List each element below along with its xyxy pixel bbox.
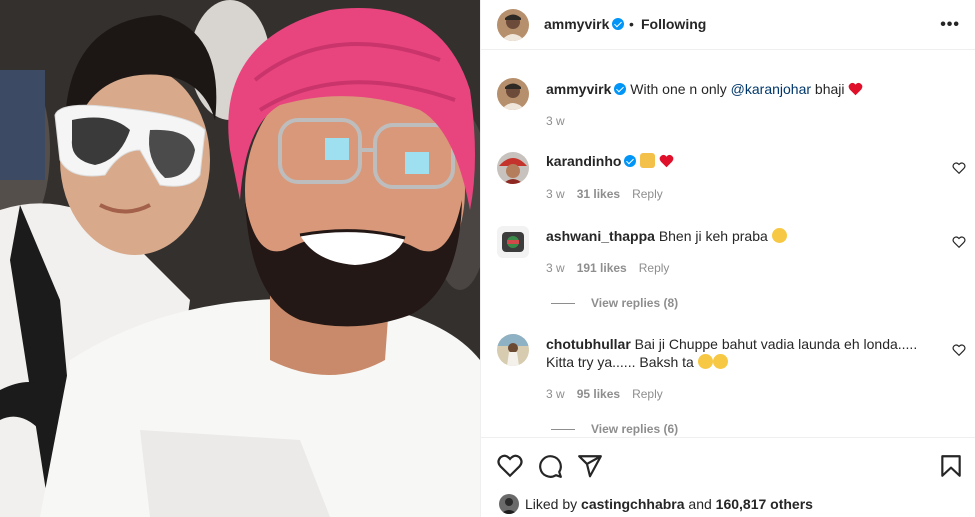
like-comment-heart-icon[interactable] <box>952 235 966 249</box>
author-avatar[interactable] <box>497 9 529 41</box>
post-photo-illustration <box>0 0 480 517</box>
separator-dot: • <box>629 16 634 32</box>
liked-by-and: and <box>688 496 712 512</box>
laughing-emoji-icon <box>697 354 713 369</box>
comment-bubble-icon[interactable] <box>537 453 563 479</box>
liked-by-others[interactable]: 160,817 others <box>716 496 813 512</box>
caption-username[interactable]: ammyvirk <box>546 81 611 97</box>
author-username-text[interactable]: ammyvirk <box>544 16 609 32</box>
comment-body: Bhen ji keh praba <box>658 228 768 244</box>
red-heart-emoji-icon <box>849 82 863 96</box>
save-bookmark-icon[interactable] <box>938 453 964 479</box>
comment-username[interactable]: karandinho <box>546 153 621 169</box>
verified-badge-icon <box>612 18 625 30</box>
view-replies-button[interactable]: View replies (6) <box>551 422 678 436</box>
share-paper-plane-icon[interactable] <box>577 453 603 479</box>
comment-text: ashwani_thappa Bhen ji keh praba <box>546 227 936 245</box>
laughing-emoji-icon <box>712 354 728 369</box>
comment-meta: 3 w 95 likes Reply <box>546 387 675 401</box>
like-comment-heart-icon[interactable] <box>952 343 966 357</box>
verified-badge-icon <box>624 155 637 167</box>
caption-text: ammyvirk With one n only @karanjohar bha… <box>546 80 936 98</box>
caption-mention[interactable]: @karanjohar <box>731 81 811 97</box>
view-replies-button[interactable]: View replies (8) <box>551 296 678 310</box>
author-username[interactable]: ammyvirk <box>544 16 625 32</box>
caption-meta: 3 w <box>546 114 577 128</box>
post-actions-bar: Liked by castingchhabra and 160,817 othe… <box>481 437 975 517</box>
raising-hands-emoji-icon <box>640 153 656 168</box>
like-comment-heart-icon[interactable] <box>952 161 966 175</box>
liked-by-user[interactable]: castingchhabra <box>581 496 684 512</box>
comment-time[interactable]: 3 w <box>546 261 565 275</box>
liked-by-avatar[interactable] <box>499 494 519 514</box>
comment-likes[interactable]: 191 likes <box>577 261 627 275</box>
comment-time[interactable]: 3 w <box>546 187 565 201</box>
comment-avatar[interactable] <box>497 152 529 184</box>
comment-avatar[interactable] <box>497 226 529 258</box>
comments-section: ammyvirk With one n only @karanjohar bha… <box>481 51 975 437</box>
following-button[interactable]: Following <box>641 16 706 32</box>
caption-text-after: bhaji <box>811 81 845 97</box>
caption-avatar[interactable] <box>497 78 529 110</box>
comment-likes[interactable]: 31 likes <box>577 187 620 201</box>
post-photo[interactable] <box>0 0 480 517</box>
liked-by-row: Liked by castingchhabra and 160,817 othe… <box>499 494 813 514</box>
liked-by-prefix: Liked by <box>525 496 578 512</box>
comment-meta: 3 w 31 likes Reply <box>546 187 675 201</box>
comment-username[interactable]: chotubhullar <box>546 336 631 352</box>
reply-button[interactable]: Reply <box>632 387 663 401</box>
more-options-icon[interactable]: ••• <box>940 16 960 34</box>
verified-badge-icon <box>614 83 627 95</box>
comment-text: chotubhullar Bai ji Chuppe bahut vadia l… <box>546 335 936 371</box>
comment-likes[interactable]: 95 likes <box>577 387 620 401</box>
post-header: ammyvirk • Following ••• <box>481 0 975 50</box>
comment-time[interactable]: 3 w <box>546 387 565 401</box>
reply-button[interactable]: Reply <box>632 187 663 201</box>
comment-text: karandinho <box>546 152 936 170</box>
comment-avatar[interactable] <box>497 334 529 366</box>
red-heart-emoji-icon <box>659 154 674 168</box>
caption-text-before: With one n only <box>630 81 731 97</box>
comment-username[interactable]: ashwani_thappa <box>546 228 655 244</box>
like-heart-icon[interactable] <box>497 453 523 479</box>
comment-meta: 3 w 191 likes Reply <box>546 261 681 275</box>
post-details-panel: ammyvirk • Following ••• ammyvirk With o… <box>480 0 975 517</box>
laughing-emoji-icon <box>771 228 787 243</box>
reply-button[interactable]: Reply <box>639 261 670 275</box>
caption-time[interactable]: 3 w <box>546 114 565 128</box>
